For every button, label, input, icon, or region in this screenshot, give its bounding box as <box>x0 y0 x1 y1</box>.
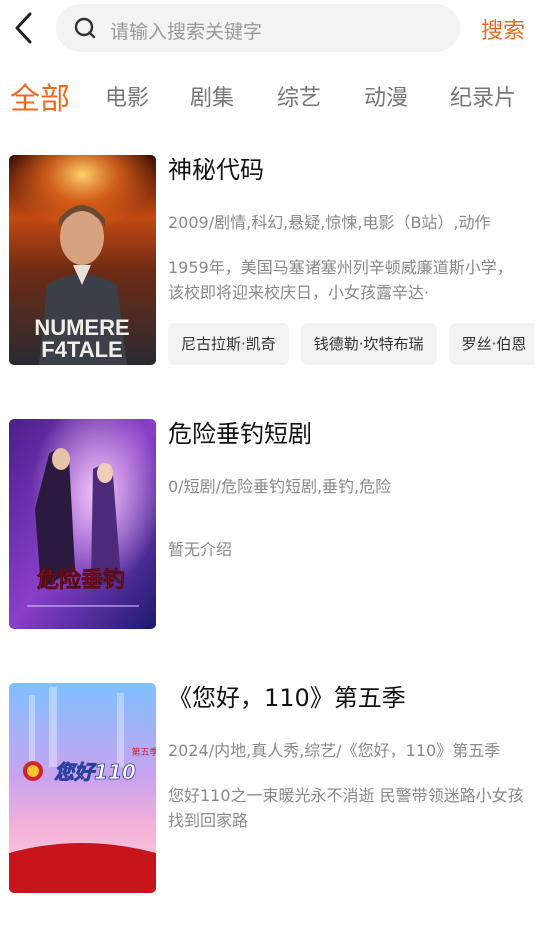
back-button[interactable] <box>10 8 42 48</box>
top-bar: 请输入搜索关键字 搜索 <box>0 0 536 56</box>
poster-image[interactable]: 危险垂钓 <box>9 419 156 629</box>
poster-title: 危险垂钓 <box>37 567 125 593</box>
result-item[interactable]: NUMERE F4TALE 神秘代码 2009/剧情,科幻,悬疑,惊悚,电影（B… <box>0 155 536 367</box>
poster-image[interactable]: NUMERE F4TALE <box>9 155 156 365</box>
result-title[interactable]: 《您好，110》第五季 <box>168 682 534 714</box>
actor-chip[interactable]: 尼古拉斯·凯奇 <box>168 323 289 365</box>
tab-anime[interactable]: 动漫 <box>364 80 408 112</box>
poster-logo: 您好110 <box>54 760 136 784</box>
tab-variety[interactable]: 综艺 <box>277 80 321 112</box>
result-info: 《您好，110》第五季 2024/内地,真人秀,综艺/《您好，110》第五季 您… <box>168 682 534 830</box>
tab-series[interactable]: 剧集 <box>190 80 234 112</box>
search-button[interactable]: 搜索 <box>481 13 525 45</box>
tab-documentary[interactable]: 纪录片 <box>450 80 516 112</box>
result-item[interactable]: 危险垂钓 危险垂钓短剧 0/短剧/危险垂钓短剧,垂钓,危险 暂无介绍 <box>0 419 536 631</box>
result-info: 神秘代码 2009/剧情,科幻,悬疑,惊悚,电影（B站）,动作 1959年，美国… <box>168 154 534 365</box>
poster-image[interactable]: 您好110 第五季 <box>9 683 156 893</box>
poster-season: 第五季 <box>131 746 156 758</box>
chevron-left-icon <box>15 12 32 44</box>
tab-all[interactable]: 全部 <box>10 74 70 118</box>
actor-chip[interactable]: 钱德勒·坎特布瑞 <box>300 323 437 365</box>
result-description: 1959年，美国马塞诸塞州列辛顿威廉道斯小学，该校即将迎来校庆日，小女孩露辛达· <box>168 258 513 302</box>
result-meta: 2009/剧情,科幻,悬疑,惊悚,电影（B站）,动作 <box>168 213 491 232</box>
poster-title-line-2: F4TALE <box>41 337 122 362</box>
category-tabs: 全部 电影 剧集 综艺 动漫 纪录片 <box>0 72 536 122</box>
result-item[interactable]: 您好110 第五季 《您好，110》第五季 2024/内地,真人秀,综艺/《您好… <box>0 683 536 895</box>
result-title[interactable]: 神秘代码 <box>168 154 534 186</box>
search-input[interactable]: 请输入搜索关键字 <box>56 4 460 52</box>
result-meta: 2024/内地,真人秀,综艺/《您好，110》第五季 <box>168 741 501 760</box>
tab-movies[interactable]: 电影 <box>105 80 149 112</box>
result-description: 您好110之一束暖光永不消逝 民警带领迷路小女孩找到回家路 <box>168 786 524 830</box>
result-meta: 0/短剧/危险垂钓短剧,垂钓,危险 <box>168 477 392 496</box>
search-icon <box>74 17 96 39</box>
search-placeholder: 请输入搜索关键字 <box>110 21 263 43</box>
actor-chip[interactable]: 罗丝·伯恩 <box>448 323 534 365</box>
result-title[interactable]: 危险垂钓短剧 <box>168 418 534 450</box>
result-info: 危险垂钓短剧 0/短剧/危险垂钓短剧,垂钓,危险 暂无介绍 <box>168 418 534 559</box>
result-description: 暂无介绍 <box>168 540 233 559</box>
actor-list: 尼古拉斯·凯奇 钱德勒·坎特布瑞 罗丝·伯恩 <box>168 323 534 367</box>
